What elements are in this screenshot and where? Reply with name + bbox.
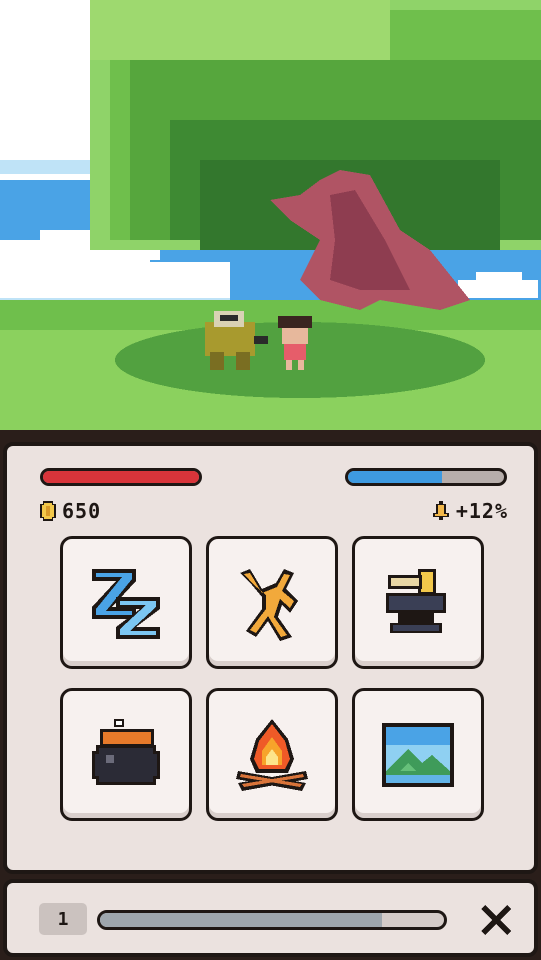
action-panel: 650 +12% [3, 442, 538, 874]
train-button[interactable] [206, 536, 338, 669]
train-figure-icon [240, 568, 298, 641]
sleep-button[interactable] [60, 536, 192, 669]
cooking-pot-icon [92, 718, 160, 785]
coin-count: 650 [62, 499, 102, 523]
coin-icon [40, 501, 56, 521]
close-icon [481, 905, 511, 935]
experience-bar [97, 910, 447, 930]
forge-button[interactable] [352, 536, 484, 669]
game-scene [0, 0, 541, 440]
health-bar-fill [43, 471, 199, 483]
bonus-indicator: +12% [432, 499, 508, 523]
bonus-value: +12% [455, 499, 508, 523]
gallery-button[interactable] [352, 688, 484, 821]
coin-counter: 650 [40, 499, 102, 523]
mana-bar [345, 468, 507, 486]
health-bar [40, 468, 202, 486]
cook-button[interactable] [60, 688, 192, 821]
bottom-bar: 1 [3, 879, 538, 957]
level-badge: 1 [39, 903, 87, 935]
mana-bar-fill [348, 471, 442, 483]
level-number: 1 [57, 908, 69, 930]
anvil-icon [386, 568, 446, 633]
bell-icon [432, 501, 449, 520]
campfire-icon [236, 718, 308, 791]
campfire-button[interactable] [206, 688, 338, 821]
landscape-picture-icon [382, 722, 454, 787]
experience-bar-fill [100, 913, 383, 927]
close-button[interactable] [477, 901, 515, 939]
sleep-zz-icon [92, 568, 160, 639]
